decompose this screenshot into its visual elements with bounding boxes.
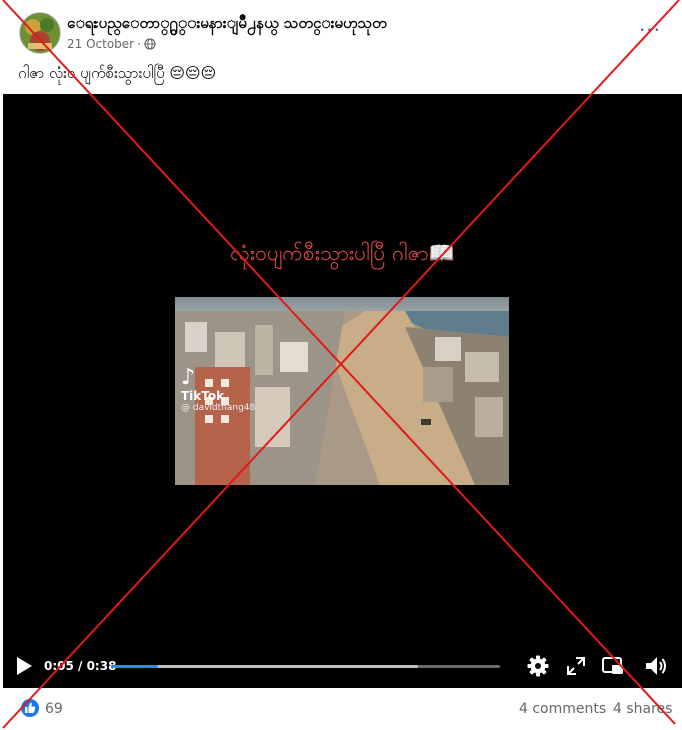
tiktok-logo-icon: ♪ xyxy=(181,365,196,390)
post-date[interactable]: 21 October xyxy=(67,37,134,51)
tiktok-watermark: ♪ TikTok @ davidthang48 xyxy=(181,365,256,414)
shares-count[interactable]: 4 shares xyxy=(613,701,672,717)
post-header: ေရႊပည္ေတာ္႐ွ္းမနားျမိဳ႕နယ္ သတင္းမဟုသုတ 2… xyxy=(0,0,682,60)
post-meta: 21 October · xyxy=(67,37,156,51)
author-name[interactable]: ေရႊပည္ေတာ္႐ွ္းမနားျမိဳ႕နယ္ သတင္းမဟုသုတ xyxy=(67,14,387,36)
post-caption: ဂါဇာ လုံးဝ ပျက်စီးသွားပါပြီ 😔😔😔 xyxy=(18,64,217,82)
page-avatar[interactable] xyxy=(19,12,61,54)
tiktok-brand: TikTok xyxy=(181,389,225,403)
comments-count[interactable]: 4 comments xyxy=(519,701,606,717)
like-reaction-icon[interactable] xyxy=(21,699,39,717)
more-options-icon[interactable]: ··· xyxy=(638,20,662,44)
tiktok-handle: @ davidthang48 xyxy=(181,403,256,413)
video-time: 0:05 / 0:38 xyxy=(44,659,117,673)
fullscreen-icon[interactable] xyxy=(564,654,588,678)
settings-icon[interactable] xyxy=(526,654,550,678)
progress-bar[interactable] xyxy=(111,665,500,668)
avatar-image xyxy=(20,13,60,53)
progress-played xyxy=(111,665,158,668)
picture-in-picture-icon[interactable] xyxy=(601,654,625,678)
video-overlay-text: လုံးဝပျက်စီးသွားပါပြီ ဂါဇာ📖 xyxy=(230,241,455,265)
video-controls: 0:05 / 0:38 xyxy=(3,650,682,682)
video-player[interactable]: လုံးဝပျက်စီးသွားပါပြီ ဂါဇာ📖 ♪ TikTok @ d… xyxy=(3,94,682,688)
volume-icon[interactable] xyxy=(644,654,668,678)
play-icon[interactable] xyxy=(15,656,33,676)
video-frame: ♪ TikTok @ davidthang48 xyxy=(175,297,509,485)
meta-separator: · xyxy=(137,37,141,51)
post-footer: 69 4 comments 4 shares xyxy=(0,688,682,730)
thumbs-up-icon xyxy=(25,702,36,713)
globe-icon xyxy=(144,38,156,50)
like-count[interactable]: 69 xyxy=(45,701,63,717)
